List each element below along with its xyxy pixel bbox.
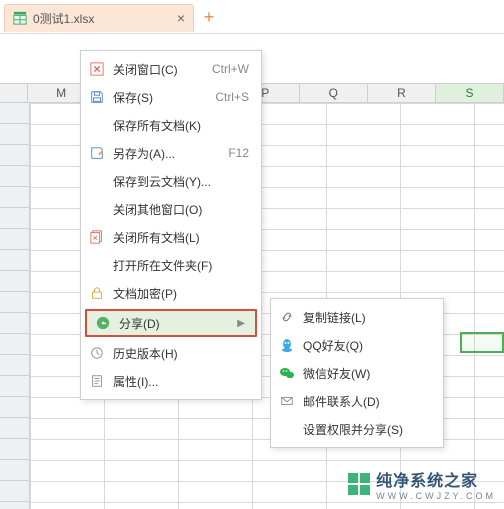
tab-title: 0测试1.xlsx <box>33 10 171 27</box>
submenu-arrow-icon: ▶ <box>237 318 247 329</box>
menu-label: 邮件联系人(D) <box>303 393 435 410</box>
submenu-item-wechat[interactable]: 微信好友(W) <box>271 359 443 387</box>
menu-label: 历史版本(H) <box>113 345 253 362</box>
properties-icon <box>89 373 105 389</box>
history-icon <box>89 345 105 361</box>
menu-label: 微信好友(W) <box>303 365 435 382</box>
share-icon <box>95 315 111 331</box>
menu-item-encrypt[interactable]: 文档加密(P) <box>81 279 261 307</box>
submenu-item-qq[interactable]: QQ好友(Q) <box>271 331 443 359</box>
tab-close-button[interactable]: × <box>177 11 185 25</box>
lock-icon <box>89 285 105 301</box>
submenu-item-permissions[interactable]: 设置权限并分享(S) <box>271 415 443 443</box>
col-header[interactable]: R <box>368 84 436 102</box>
menu-label: 保存到云文档(Y)... <box>113 173 253 190</box>
menu-label: 另存为(A)... <box>113 145 220 162</box>
submenu-item-copy-link[interactable]: 复制链接(L) <box>271 303 443 331</box>
save-as-icon <box>89 145 105 161</box>
col-header-selected[interactable]: S <box>436 84 504 102</box>
menu-item-close-window[interactable]: 关闭窗口(C) Ctrl+W <box>81 55 261 83</box>
watermark-logo-icon <box>348 473 370 495</box>
menu-item-history[interactable]: 历史版本(H) <box>81 339 261 367</box>
menu-item-share[interactable]: 分享(D) ▶ <box>85 309 257 337</box>
menu-label: 属性(I)... <box>113 373 253 390</box>
menu-label: 设置权限并分享(S) <box>303 421 435 438</box>
spreadsheet-file-icon <box>13 11 27 25</box>
menu-accelerator: Ctrl+W <box>212 62 253 76</box>
watermark-brand: 纯净系统之家 <box>376 467 496 491</box>
tab-context-menu: 关闭窗口(C) Ctrl+W 保存(S) Ctrl+S 保存所有文档(K) 另存… <box>80 50 262 400</box>
menu-label: 复制链接(L) <box>303 309 435 326</box>
menu-item-open-folder[interactable]: 打开所在文件夹(F) <box>81 251 261 279</box>
menu-label: 打开所在文件夹(F) <box>113 257 253 274</box>
row-headers <box>0 103 30 509</box>
menu-item-save-as[interactable]: 另存为(A)... F12 <box>81 139 261 167</box>
menu-label: 保存(S) <box>113 89 207 106</box>
new-tab-button[interactable]: + <box>200 8 218 26</box>
share-submenu: 复制链接(L) QQ好友(Q) 微信好友(W) 邮件联系人(D) 设置权限并分享… <box>270 298 444 448</box>
menu-item-save-all[interactable]: 保存所有文档(K) <box>81 111 261 139</box>
watermark-url: WWW.CWJZY.COM <box>376 491 496 501</box>
close-all-icon <box>89 229 105 245</box>
menu-label: 关闭其他窗口(O) <box>113 201 253 218</box>
close-x-icon <box>89 61 105 77</box>
menu-item-save[interactable]: 保存(S) Ctrl+S <box>81 83 261 111</box>
document-tab[interactable]: 0测试1.xlsx × <box>4 4 194 32</box>
save-icon <box>89 89 105 105</box>
active-cell-outline <box>460 332 504 353</box>
menu-label: 保存所有文档(K) <box>113 117 253 134</box>
menu-item-save-cloud[interactable]: 保存到云文档(Y)... <box>81 167 261 195</box>
menu-accelerator: Ctrl+S <box>215 90 253 104</box>
mail-icon <box>279 393 295 409</box>
menu-label: QQ好友(Q) <box>303 337 435 354</box>
link-icon <box>279 309 295 325</box>
submenu-item-mail[interactable]: 邮件联系人(D) <box>271 387 443 415</box>
qq-icon <box>279 337 295 353</box>
menu-label: 分享(D) <box>119 315 229 332</box>
menu-accelerator: F12 <box>228 146 253 160</box>
menu-label: 关闭所有文档(L) <box>113 229 253 246</box>
menu-item-close-others[interactable]: 关闭其他窗口(O) <box>81 195 261 223</box>
menu-item-properties[interactable]: 属性(I)... <box>81 367 261 395</box>
menu-label: 文档加密(P) <box>113 285 253 302</box>
wechat-icon <box>279 365 295 381</box>
col-header[interactable]: Q <box>300 84 368 102</box>
tab-bar: 0测试1.xlsx × + <box>0 0 504 34</box>
watermark: 纯净系统之家 WWW.CWJZY.COM <box>348 467 496 501</box>
menu-item-close-all[interactable]: 关闭所有文档(L) <box>81 223 261 251</box>
select-all-corner[interactable] <box>0 84 28 102</box>
menu-label: 关闭窗口(C) <box>113 61 204 78</box>
